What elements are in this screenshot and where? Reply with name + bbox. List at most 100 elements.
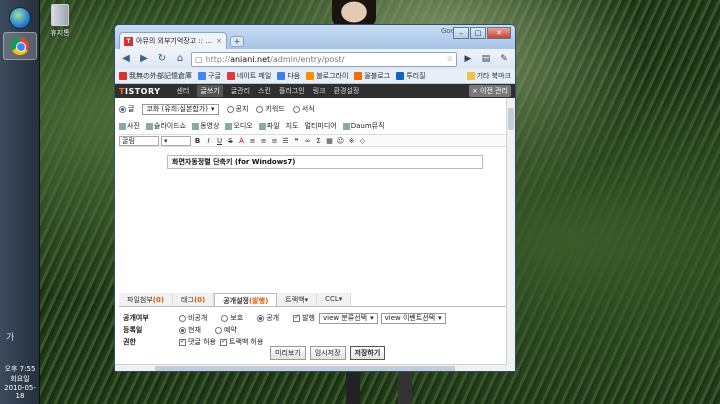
bookmark-item[interactable]: 블로그라이 bbox=[306, 71, 348, 81]
publish-settings: 공개여부 비공개 보호 공개 발행 view 분류선택▾ view 이벤트선택▾… bbox=[123, 312, 507, 348]
view-event-select[interactable]: view 이벤트선택 ▾ bbox=[380, 312, 446, 324]
attach-video[interactable]: 동영상 bbox=[192, 121, 219, 131]
bookmark-item[interactable]: 네이트 메일 bbox=[226, 71, 271, 81]
font-size-select[interactable]: ▾ bbox=[161, 135, 191, 146]
clock-time[interactable]: 오후 7:55 bbox=[0, 364, 40, 374]
url-text: http://aniani.net/admin/entry/post/ bbox=[205, 54, 345, 64]
minimize-button[interactable]: – bbox=[453, 27, 469, 39]
back-arrow-icon[interactable]: ◀ bbox=[119, 52, 133, 66]
post-title-input[interactable]: 화면자동정렬 단축키 (for Windows7) bbox=[167, 155, 483, 169]
underline-icon[interactable]: U bbox=[215, 137, 224, 145]
align-center-icon[interactable]: ≡ bbox=[259, 137, 268, 145]
special-char-icon[interactable]: ※ bbox=[347, 137, 356, 145]
font-select[interactable]: 굴림 bbox=[119, 135, 159, 146]
start-button[interactable] bbox=[3, 4, 37, 32]
temp-save-button[interactable]: 임시저장 bbox=[309, 346, 346, 360]
close-button[interactable]: ✕ bbox=[487, 27, 511, 39]
preview-button[interactable]: 미리보기 bbox=[270, 346, 306, 360]
tab-close-icon[interactable]: × bbox=[216, 37, 222, 45]
type-post[interactable]: 글 bbox=[119, 104, 134, 114]
hscroll-thumb[interactable] bbox=[155, 366, 455, 371]
page-menu-icon[interactable]: ▤ bbox=[479, 54, 493, 64]
type-keyword[interactable]: 키워드 bbox=[256, 104, 285, 114]
tistory-logo[interactable]: TISTORY bbox=[119, 87, 160, 96]
visibility-protected[interactable]: 보호 bbox=[221, 313, 243, 323]
italic-icon[interactable]: I bbox=[204, 137, 213, 145]
reload-icon[interactable]: ↻ bbox=[155, 52, 169, 66]
bookmark-item[interactable]: 올블로그 bbox=[354, 71, 390, 81]
category-select[interactable]: 코화 (유희:실본합가) ▾ bbox=[142, 103, 219, 115]
forward-arrow-icon[interactable]: ▶ bbox=[137, 52, 151, 66]
ime-indicator[interactable]: 가 bbox=[6, 330, 14, 343]
taskbar-chrome-button[interactable] bbox=[3, 32, 37, 60]
save-button[interactable]: 저장하기 bbox=[349, 346, 386, 360]
tab-trackback[interactable]: 트랙백▾ bbox=[277, 293, 318, 306]
attach-photo[interactable]: 사진 bbox=[119, 121, 140, 131]
visibility-private[interactable]: 비공개 bbox=[179, 313, 207, 323]
wrench-icon[interactable]: ✎ bbox=[497, 54, 511, 64]
scroll-thumb[interactable] bbox=[508, 108, 514, 130]
table-icon[interactable]: ▦ bbox=[325, 137, 334, 145]
register-reserve[interactable]: 예약 bbox=[214, 325, 237, 335]
attach-daum-music[interactable]: Daum뮤직 bbox=[342, 121, 385, 131]
sigma-icon[interactable]: Σ bbox=[314, 137, 323, 145]
text-color-icon[interactable]: A bbox=[237, 137, 246, 145]
nav-skin[interactable]: 스킨 bbox=[258, 86, 271, 96]
old-admin-button[interactable]: × 이전 관리 bbox=[468, 85, 511, 97]
nav-settings[interactable]: 환경설정 bbox=[334, 86, 360, 96]
bookmark-item[interactable]: 투리질 bbox=[396, 71, 426, 81]
home-icon[interactable]: ⌂ bbox=[173, 52, 187, 66]
attach-multimedia[interactable]: 멀티미디어 bbox=[305, 121, 337, 131]
bookmark-star-icon[interactable]: ☆ bbox=[447, 55, 453, 63]
horizontal-scrollbar[interactable] bbox=[115, 364, 507, 371]
new-tab-button[interactable]: + bbox=[230, 36, 244, 47]
align-left-icon[interactable]: ≡ bbox=[248, 137, 257, 145]
allow-comments[interactable]: 댓글 허용 bbox=[179, 337, 216, 347]
audio-icon bbox=[225, 122, 233, 130]
attach-map[interactable]: 지도 bbox=[286, 121, 299, 131]
tab-attachments[interactable]: 파일첨부(0) bbox=[119, 293, 174, 306]
emoticon-icon[interactable]: ☺ bbox=[336, 137, 345, 145]
html-mode-icon[interactable]: ◇ bbox=[358, 137, 367, 145]
page-content: TISTORY 센터 글쓰기 글관리 스킨 플러그인 링크 환경설정 × 이전 … bbox=[115, 84, 515, 371]
format-toolbar: 굴림 ▾ B I U S A ≡ ≡ ≡ ☰ ❝ ∞ Σ ▦ ☺ ※ ◇ bbox=[119, 134, 507, 147]
nav-center[interactable]: 센터 bbox=[176, 86, 189, 96]
attach-file[interactable]: 파일 bbox=[258, 121, 280, 131]
tab-publish-settings[interactable]: 공개설정(발행) bbox=[214, 293, 278, 306]
type-template[interactable]: 서식 bbox=[292, 104, 315, 114]
strike-icon[interactable]: S bbox=[226, 137, 235, 145]
bookmark-item[interactable]: 我無の外部記憶倉庫 bbox=[119, 71, 192, 81]
list-icon[interactable]: ☰ bbox=[281, 137, 290, 145]
nav-plugin[interactable]: 플러그인 bbox=[279, 86, 305, 96]
publish-checkbox[interactable]: 발행 bbox=[293, 313, 315, 323]
tab-tags[interactable]: 태그(0) bbox=[173, 293, 215, 306]
view-category-select[interactable]: view 분류선택 ▾ bbox=[319, 312, 378, 324]
nav-link[interactable]: 링크 bbox=[313, 86, 326, 96]
slideshow-icon bbox=[145, 122, 153, 130]
visibility-public[interactable]: 공개 bbox=[257, 313, 279, 323]
browser-titlebar[interactable]: T 아뮤의 외부기억장고 :: ... × + Google – □ ✕ bbox=[115, 25, 515, 49]
nav-write[interactable]: 글쓰기 bbox=[197, 85, 223, 97]
bookmark-item[interactable]: 다음 bbox=[277, 71, 300, 81]
other-bookmarks[interactable]: 기타 북마크 bbox=[466, 71, 511, 81]
bold-icon[interactable]: B bbox=[193, 137, 202, 145]
register-now[interactable]: 현재 bbox=[179, 325, 201, 335]
tab-ccl[interactable]: CCL▾ bbox=[317, 293, 352, 306]
nav-posts[interactable]: 글관리 bbox=[231, 86, 250, 96]
quote-icon[interactable]: ❝ bbox=[292, 137, 301, 145]
type-notice[interactable]: 공지 bbox=[226, 104, 248, 114]
attach-audio[interactable]: 오디오 bbox=[225, 121, 253, 131]
browser-tab[interactable]: T 아뮤의 외부기억장고 :: ... × bbox=[119, 32, 227, 49]
address-bar[interactable]: ▢ http://aniani.net/admin/entry/post/ ☆ bbox=[191, 51, 457, 67]
link-icon[interactable]: ∞ bbox=[303, 137, 312, 145]
allow-trackback[interactable]: 트랙백 허용 bbox=[220, 337, 263, 347]
radio-icon bbox=[221, 314, 229, 322]
clock-day: 화요일 bbox=[10, 375, 30, 383]
desktop-recycle-bin[interactable]: 휴지통 bbox=[48, 4, 72, 38]
attach-slideshow[interactable]: 슬라이드쇼 bbox=[145, 121, 186, 131]
align-right-icon[interactable]: ≡ bbox=[270, 137, 279, 145]
maximize-button[interactable]: □ bbox=[470, 27, 486, 39]
vertical-scrollbar[interactable] bbox=[506, 98, 515, 371]
play-extension-icon[interactable]: ▶ bbox=[461, 54, 475, 64]
bookmark-item[interactable]: 구글 bbox=[198, 71, 221, 81]
